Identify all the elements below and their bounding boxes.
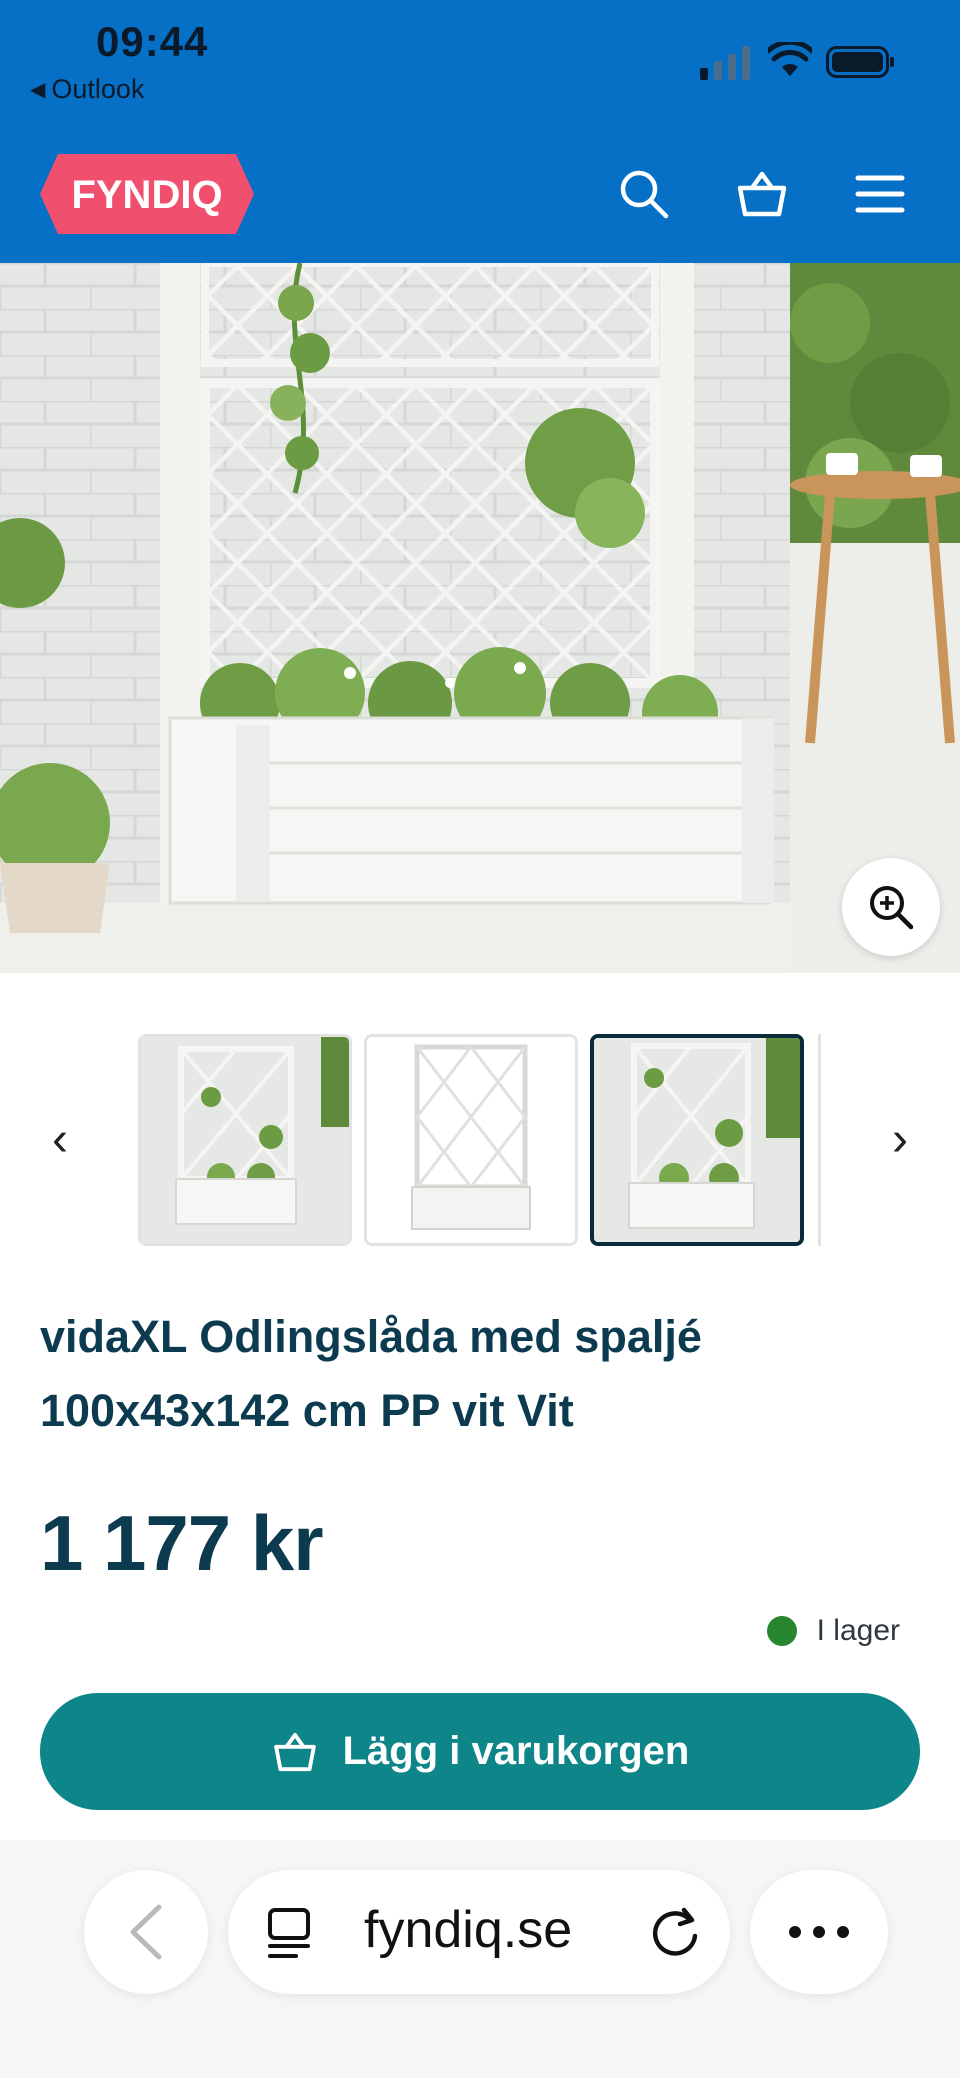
logo-text: FYNDIQ (71, 173, 222, 217)
wifi-icon (768, 42, 812, 76)
back-app-label: Outlook (51, 74, 145, 104)
tabs-icon[interactable] (264, 1906, 316, 1962)
signal-icon (700, 46, 750, 80)
back-triangle-icon: ◀ (30, 79, 46, 101)
back-icon (130, 1904, 162, 1960)
more-icon (789, 1926, 849, 1938)
app-header: 09:44 ◀ Outlook FYNDIQ (0, 0, 960, 263)
product-page: 09:44 ◀ Outlook FYNDIQ ‹ › vidaXL Odling… (0, 0, 960, 2078)
thumbnail-carousel: ‹ › (0, 1030, 960, 1250)
stock-dot-icon (766, 1616, 797, 1646)
chevron-right-icon[interactable]: › (880, 1110, 920, 1170)
thumbnail-image (141, 1037, 349, 1243)
product-main-image[interactable] (0, 263, 960, 973)
search-icon[interactable] (616, 166, 672, 222)
more-button[interactable] (750, 1870, 888, 1994)
thumbnail-3[interactable] (590, 1034, 804, 1246)
add-to-cart-button[interactable]: Lägg i varukorgen (40, 1693, 920, 1810)
back-to-app-link[interactable]: ◀ Outlook (30, 74, 144, 105)
battery-icon (826, 46, 894, 78)
thumbnail-image (367, 1037, 575, 1243)
thumbnail-4-partial[interactable] (818, 1034, 826, 1246)
cart-icon (273, 1732, 316, 1771)
menu-icon[interactable] (852, 166, 908, 222)
thumbnail-1[interactable] (138, 1034, 352, 1246)
zoom-in-icon (870, 886, 914, 930)
stock-label: I lager (816, 1614, 900, 1647)
product-price: 1 177 kr (40, 1499, 324, 1587)
cart-icon[interactable] (734, 166, 790, 222)
browser-back-button[interactable] (84, 1870, 208, 1994)
thumbnail-image (594, 1038, 800, 1242)
add-to-cart-label: Lägg i varukorgen (342, 1729, 690, 1773)
reload-icon[interactable] (648, 1904, 704, 1960)
url-domain: fyndiq.se (364, 1901, 573, 1959)
status-time: 09:44 (96, 18, 209, 65)
fyndiq-logo[interactable]: FYNDIQ (40, 154, 254, 234)
address-bar[interactable]: fyndiq.se (228, 1870, 730, 1994)
thumbnail-2[interactable] (364, 1034, 578, 1246)
product-title: vidaXL Odlingslåda med spaljé 100x43x142… (40, 1311, 702, 1436)
chevron-left-icon[interactable]: ‹ (40, 1110, 80, 1170)
zoom-button[interactable] (842, 858, 940, 956)
browser-toolbar: fyndiq.se (0, 1840, 960, 2078)
planter-photo (0, 263, 960, 973)
stock-status: I lager (766, 1614, 900, 1648)
